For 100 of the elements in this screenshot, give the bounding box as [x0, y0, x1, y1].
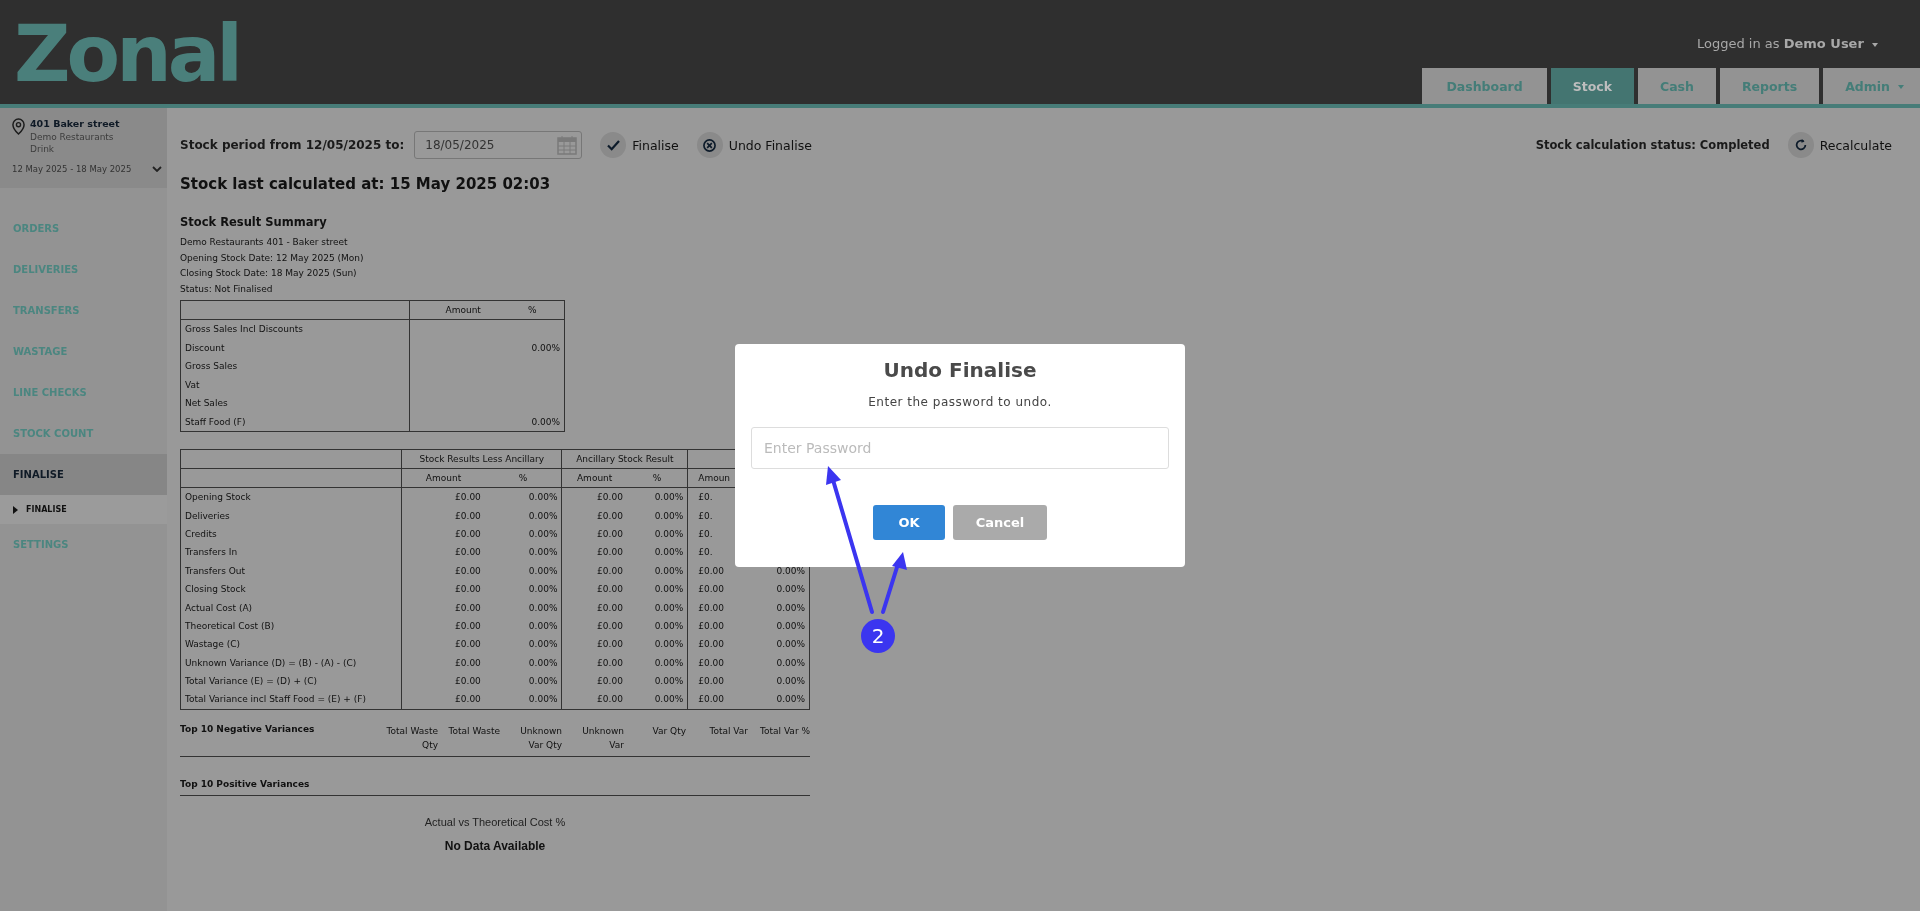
table-cell: 0.00% [654, 602, 684, 613]
table-cell: £0.00 [597, 528, 623, 539]
sidebar-item[interactable]: DELIVERIES [0, 249, 167, 290]
calculation-status: Stock calculation status: Completed [1535, 138, 1770, 152]
table-cell: £0.00 [455, 584, 481, 595]
table-cell: £0.00 [597, 676, 623, 687]
nav-tab[interactable]: Dashboard [1422, 68, 1547, 104]
empty-chart-message: No Data Available [444, 838, 546, 853]
location-pin-icon [12, 118, 25, 135]
row-label: Theoretical Cost (B) [185, 620, 275, 631]
table-cell: £0.00 [698, 620, 724, 631]
table-cell: 0.00% [654, 657, 684, 668]
dialog-message: Enter the password to undo. [868, 395, 1052, 409]
table-cell: £0.00 [455, 676, 481, 687]
nav-tab[interactable]: Admin [1823, 68, 1920, 104]
row-label: Transfers Out [185, 565, 246, 576]
table-cell: £0. [698, 528, 713, 539]
table-cell: £0.00 [455, 528, 481, 539]
column-header: Amount [425, 473, 462, 483]
user-menu[interactable]: Logged in as Demo User [1697, 36, 1878, 51]
undo-finalise-button[interactable]: Undo Finalise [696, 132, 812, 158]
table-cell: 0.00% [654, 694, 684, 705]
table-cell: £0.00 [455, 547, 481, 558]
column-header: Unknown Var Qty [519, 724, 562, 752]
row-label: Total Variance incl Staff Food = (E) + (F) [185, 694, 366, 705]
table-cell: £0.00 [597, 694, 623, 705]
table-cell: 0.00% [528, 639, 558, 650]
ok-button[interactable]: OK [873, 505, 945, 540]
table-cell: £0.00 [455, 657, 481, 668]
row-label: Gross Sales [185, 361, 238, 372]
sidebar-item[interactable]: WASTAGE [0, 331, 167, 372]
table-cell: 0.00% [654, 584, 684, 595]
recalculate-button[interactable]: Recalculate [1787, 132, 1892, 158]
group-header: Stock Results Less Ancillary [419, 454, 545, 464]
nav-tab[interactable]: Cash [1638, 68, 1716, 104]
row-label: Opening Stock [185, 492, 251, 503]
nav-tab[interactable]: Reports [1719, 68, 1820, 104]
sidebar-item[interactable]: ORDERS [0, 208, 167, 249]
table-cell: 0.00% [654, 639, 684, 650]
column-header: Amount [445, 305, 481, 315]
period-selector[interactable]: 12 May 2025 - 18 May 2025 [12, 163, 162, 174]
chart-title: Actual vs Theoretical Cost % [424, 815, 566, 828]
table-cell: £0. [698, 492, 713, 503]
step-badge: 2 [861, 619, 895, 653]
column-header: Amoun [698, 473, 731, 483]
table-cell: 0.00% [654, 620, 684, 631]
refresh-icon [1793, 138, 1808, 152]
table-cell: £0.00 [597, 602, 623, 613]
password-field[interactable]: Enter Password [751, 427, 1169, 469]
table-cell: 0.00% [528, 528, 558, 539]
table-cell: £0.00 [455, 510, 481, 521]
table-cell: £0.00 [698, 584, 724, 595]
sidebar-item[interactable]: TRANSFERS [0, 290, 167, 331]
table-cell: 0.00% [654, 510, 684, 521]
location-name: 401 Baker street [30, 118, 120, 131]
finalise-button[interactable]: Finalise [600, 132, 679, 158]
sidebar-subitem[interactable]: FINALISE [0, 495, 167, 524]
table-cell: £0.00 [698, 676, 724, 687]
section-title: Top 10 Negative Variances [180, 723, 316, 734]
sidebar-item[interactable]: FINALISE [0, 454, 167, 495]
cancel-button[interactable]: Cancel [953, 505, 1047, 540]
row-label: Net Sales [185, 398, 228, 409]
table-cell: 0.00% [531, 342, 560, 353]
column-header: Var Qty [651, 724, 686, 738]
table-cell: 0.00% [776, 639, 805, 650]
table-cell: 0.00% [528, 547, 558, 558]
table-cell: £0. [698, 547, 713, 558]
row-label: Wastage (C) [185, 639, 240, 650]
table-cell: £0.00 [455, 602, 481, 613]
table-cell: £0.00 [597, 639, 623, 650]
table-cell: £0.00 [455, 639, 481, 650]
table-cell: 0.00% [776, 657, 805, 668]
row-label: Vat [185, 379, 200, 390]
table-cell: £0.00 [597, 620, 623, 631]
column-header: Total Waste [447, 724, 500, 738]
check-icon [606, 139, 620, 151]
sidebar-item[interactable]: SETTINGS [0, 524, 167, 565]
table-cell: £0.00 [455, 620, 481, 631]
table-cell: £0.00 [597, 547, 623, 558]
sidebar-item[interactable]: STOCK COUNT [0, 413, 167, 454]
table-cell: 0.00% [776, 676, 805, 687]
summary-line: Opening Stock Date: 12 May 2025 (Mon) [180, 251, 365, 265]
table-cell: 0.00% [528, 620, 558, 631]
caret-right-icon [13, 505, 18, 514]
sidebar-item[interactable]: LINE CHECKS [0, 372, 167, 413]
table-cell: 0.00% [776, 584, 805, 595]
table-cell: 0.00% [528, 676, 558, 687]
summary-line: Demo Restaurants 401 - Baker street [180, 236, 349, 249]
row-label: Credits [185, 528, 217, 539]
table-cell: 0.00% [528, 657, 558, 668]
row-label: Gross Sales Incl Discounts [185, 324, 303, 335]
column-header: Total Var [708, 724, 748, 738]
table-cell: 0.00% [776, 602, 805, 613]
table-cell: 0.00% [654, 528, 684, 539]
date-field[interactable]: 18/05/2025 [414, 131, 583, 159]
nav-tab[interactable]: Stock [1550, 68, 1634, 104]
table-cell: £0. [698, 510, 713, 521]
row-label: Unknown Variance (D) = (B) - (A) - (C) [185, 657, 357, 668]
last-calculated-heading: Stock last calculated at: 15 May 2025 02:03 [180, 175, 552, 193]
table-cell: 0.00% [654, 565, 684, 576]
